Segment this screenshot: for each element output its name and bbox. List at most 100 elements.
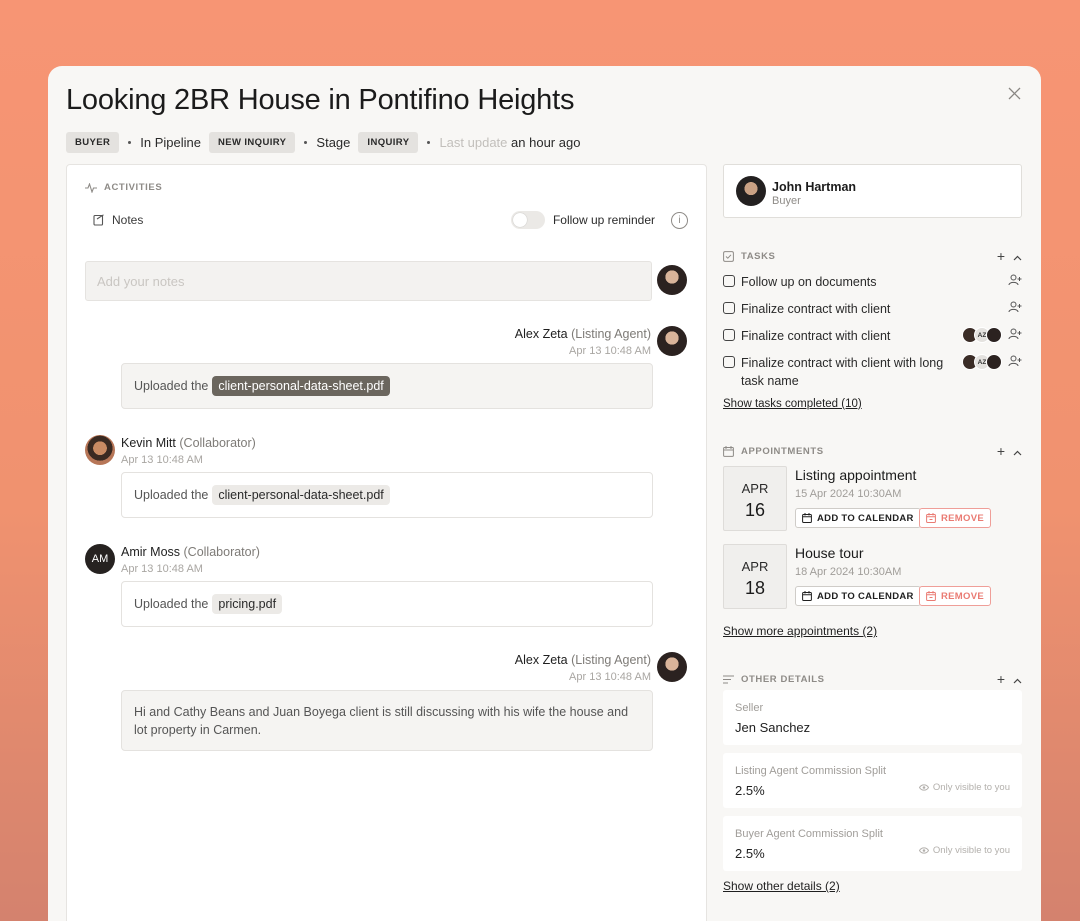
detail-card: Seller Jen Sanchez xyxy=(723,690,1022,745)
detail-label: Listing Agent Commission Split xyxy=(735,765,887,777)
task-checkbox[interactable] xyxy=(723,329,735,341)
task-checkbox[interactable] xyxy=(723,275,735,287)
entry-text: Hi and Cathy Beans and Juan Boyega clien… xyxy=(134,704,629,737)
file-link[interactable]: client-personal-data-sheet.pdf xyxy=(212,376,390,396)
assignee-avatars: AZ xyxy=(962,327,1002,343)
calendar-icon xyxy=(802,591,812,601)
entry-text: Uploaded the xyxy=(134,597,209,611)
private-note: Only visible to you xyxy=(918,782,1010,793)
separator-dot xyxy=(304,141,308,144)
contact-card[interactable]: John Hartman Buyer xyxy=(723,164,1022,218)
file-link[interactable]: client-personal-data-sheet.pdf xyxy=(212,485,390,505)
entry-author: Amir Moss (Collaborator) xyxy=(121,545,260,559)
activity-entry: Uploaded the client-personal-data-sheet.… xyxy=(121,363,653,409)
role-badge: BUYER xyxy=(66,132,120,153)
show-other-details-link[interactable]: Show other details (2) xyxy=(723,879,840,893)
remove-appointment-button[interactable]: REMOVE xyxy=(919,508,991,528)
date-tile: APR 18 xyxy=(723,544,787,609)
date-tile: APR 16 xyxy=(723,466,787,531)
separator-dot xyxy=(427,141,431,144)
task-label: Finalize contract with client xyxy=(741,302,891,316)
task-item: Follow up on documents xyxy=(723,273,1022,291)
other-details-header: OTHER DETAILS + xyxy=(723,671,1022,687)
task-label: Follow up on documents xyxy=(741,275,877,289)
info-icon[interactable]: i xyxy=(671,211,688,229)
appointment-datetime: 15 Apr 2024 10:30AM xyxy=(795,488,902,500)
entry-author: Alex Zeta (Listing Agent) xyxy=(514,653,651,667)
follow-up-toggle[interactable] xyxy=(510,211,545,229)
notes-input[interactable] xyxy=(85,261,652,301)
tab-notes[interactable]: Notes xyxy=(93,213,143,227)
appointment-title: House tour xyxy=(795,545,864,561)
stage-badge[interactable]: INQUIRY xyxy=(358,132,419,153)
close-icon[interactable] xyxy=(1005,84,1023,102)
collapse-icon[interactable] xyxy=(1013,671,1022,687)
task-label: Finalize contract with client xyxy=(741,329,891,343)
avatar xyxy=(85,435,115,465)
show-tasks-completed-link[interactable]: Show tasks completed (10) xyxy=(723,398,862,410)
entry-text: Uploaded the xyxy=(134,488,209,502)
detail-label: Seller xyxy=(735,702,764,714)
entry-timestamp: Apr 13 10:48 AM xyxy=(121,454,203,466)
entry-author: Alex Zeta (Listing Agent) xyxy=(514,327,651,341)
date-month: APR xyxy=(741,481,769,496)
notes-tab-label: Notes xyxy=(112,213,144,227)
collapse-icon[interactable] xyxy=(1013,443,1022,459)
task-checkbox[interactable] xyxy=(723,302,735,314)
avatar xyxy=(657,326,687,356)
date-day: 16 xyxy=(744,500,766,520)
avatar xyxy=(986,354,1002,370)
detail-card: Listing Agent Commission Split 2.5% Only… xyxy=(723,753,1022,808)
activities-header: ACTIVITIES xyxy=(85,182,162,193)
calendar-icon xyxy=(723,445,734,457)
entry-timestamp: Apr 13 10:48 AM xyxy=(569,671,651,683)
deal-modal: Looking 2BR House in Pontifino Heights B… xyxy=(48,66,1041,921)
pipeline-badge[interactable]: NEW INQUIRY xyxy=(208,132,296,153)
date-day: 18 xyxy=(744,578,766,598)
contact-name: John Hartman xyxy=(772,180,857,194)
tasks-header: TASKS + xyxy=(723,248,1022,264)
activity-icon xyxy=(85,182,97,193)
show-more-appointments-link[interactable]: Show more appointments (2) xyxy=(723,624,877,638)
entry-timestamp: Apr 13 10:48 AM xyxy=(569,345,651,357)
detail-label: Buyer Agent Commission Split xyxy=(735,828,883,840)
add-to-calendar-button[interactable]: ADD TO CALENDAR xyxy=(795,586,921,606)
eye-icon xyxy=(918,847,929,854)
eye-icon xyxy=(918,784,929,791)
appointments-header: APPOINTMENTS + xyxy=(723,443,1022,459)
avatar xyxy=(657,652,687,682)
activities-panel: ACTIVITIES Notes Follow up reminder i Al… xyxy=(66,164,707,921)
activity-entry: Uploaded the pricing.pdf xyxy=(121,581,653,627)
task-item: Finalize contract with client with long … xyxy=(723,354,1022,390)
assign-user-icon[interactable] xyxy=(1008,354,1022,368)
add-appointment-icon[interactable]: + xyxy=(997,443,1005,459)
task-checkbox[interactable] xyxy=(723,356,735,368)
entry-timestamp: Apr 13 10:48 AM xyxy=(121,563,203,575)
follow-up-reminder: Follow up reminder i xyxy=(510,211,688,229)
add-task-icon[interactable]: + xyxy=(997,248,1005,264)
separator-dot xyxy=(128,141,132,144)
detail-value: 2.5% xyxy=(735,846,765,861)
task-label: Finalize contract with client with long … xyxy=(741,356,944,388)
remove-appointment-button[interactable]: REMOVE xyxy=(919,586,991,606)
detail-card: Buyer Agent Commission Split 2.5% Only v… xyxy=(723,816,1022,871)
collapse-icon[interactable] xyxy=(1013,248,1022,264)
assignee-avatars: AZ xyxy=(962,354,1002,370)
assign-user-icon[interactable] xyxy=(1008,273,1022,287)
add-to-calendar-button[interactable]: ADD TO CALENDAR xyxy=(795,508,921,528)
activities-label: ACTIVITIES xyxy=(104,182,163,193)
task-item: Finalize contract with client xyxy=(723,300,1022,318)
assign-user-icon[interactable] xyxy=(1008,327,1022,341)
page-title: Looking 2BR House in Pontifino Heights xyxy=(66,84,575,116)
avatar xyxy=(986,327,1002,343)
contact-role: Buyer xyxy=(772,195,801,207)
add-detail-icon[interactable]: + xyxy=(997,671,1005,687)
private-note: Only visible to you xyxy=(918,845,1010,856)
file-link[interactable]: pricing.pdf xyxy=(212,594,283,614)
assign-user-icon[interactable] xyxy=(1008,300,1022,314)
date-month: APR xyxy=(741,559,769,574)
notes-icon xyxy=(93,214,104,226)
calendar-remove-icon xyxy=(926,591,936,601)
appointments-label: APPOINTMENTS xyxy=(741,445,824,457)
follow-up-label: Follow up reminder xyxy=(552,213,655,227)
